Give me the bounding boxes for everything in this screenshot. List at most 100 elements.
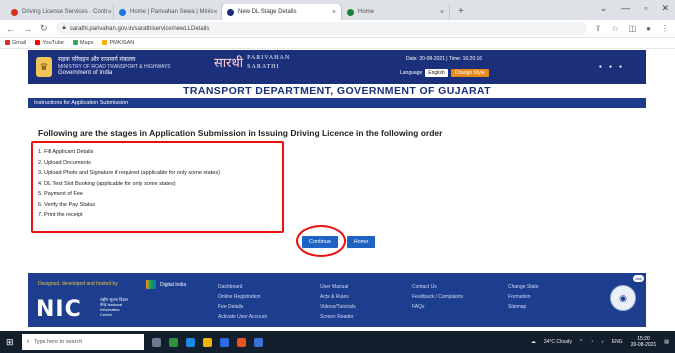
date-time: Date: 20-08-2021 | Time: 16:20:16 (406, 56, 483, 62)
footer-link[interactable]: Change State (508, 282, 539, 292)
font-increase-icon[interactable]: ● (619, 64, 622, 70)
sarathi-logo[interactable]: सारथी PARIVAHAN SARATHI (214, 54, 290, 72)
menu-icon[interactable]: ⋮ (661, 24, 669, 33)
new-tab-button[interactable]: + (458, 6, 464, 17)
site-header: ♛ सड़क परिवहन और राजमार्ग मंत्रालय MINIS… (28, 50, 646, 84)
taskbar-search-input[interactable]: ⌕ Type here to search (21, 334, 144, 350)
font-decrease-icon[interactable]: ● (599, 64, 602, 70)
url-text: sarathi.parivahan.gov.in/sarathiservice/… (69, 25, 210, 32)
ministry-block: सड़क परिवहन और राजमार्ग मंत्रालय MINISTR… (58, 57, 171, 77)
gmail-icon (5, 40, 10, 46)
browser-tab[interactable]: Driving License Services · Contr × (6, 4, 114, 20)
windows-start-icon[interactable]: ⊞ (6, 337, 14, 348)
home-button[interactable]: Home (347, 236, 375, 248)
star-icon[interactable]: ☆ (611, 24, 618, 33)
footer-link[interactable]: Formation (508, 292, 539, 302)
maximize-icon[interactable]: ▫ (644, 3, 647, 14)
government-label: Government of India (58, 70, 113, 76)
lock-icon: 🔒︎ (62, 25, 66, 31)
footer-credit: Designed, developed and hosted by (38, 281, 118, 287)
footer-link[interactable]: Screen Reader (320, 312, 356, 322)
chevron-down-icon[interactable]: ⌄ (600, 3, 608, 14)
tab-label: Home (358, 9, 375, 15)
footer-link[interactable]: Dashboard (218, 282, 267, 292)
font-normal-icon[interactable]: ● (609, 64, 612, 70)
digital-india-logo: Digital India (146, 280, 186, 289)
bookmark-gmail[interactable]: Gmail (5, 40, 26, 46)
share-icon[interactable]: ⇪ (595, 24, 602, 33)
edge-icon[interactable] (185, 337, 195, 347)
store-icon[interactable] (219, 337, 229, 347)
photos-icon[interactable] (253, 337, 263, 347)
url-field[interactable]: 🔒︎ sarathi.parivahan.gov.in/sarathiservi… (55, 22, 587, 35)
weather-icon[interactable]: ☁ (531, 339, 536, 345)
footer-link[interactable]: Videos/Tutorials (320, 302, 356, 312)
task-view-icon[interactable] (151, 337, 161, 347)
browser-tab[interactable]: Home × (342, 4, 450, 20)
list-item: 6. Verify the Pay Status (38, 201, 96, 208)
close-tab-icon[interactable]: × (440, 9, 444, 16)
file-explorer-icon[interactable] (202, 337, 212, 347)
weather-text[interactable]: 34°C Cloudy (544, 339, 572, 345)
list-item: 3. Upload Photo and Signature if require… (38, 170, 220, 176)
list-item: 1. Fill Applicant Details (38, 149, 94, 155)
tab-favicon-icon (347, 8, 354, 16)
bookmarks-bar: Gmail YouTube Maps PMKISAN (0, 38, 675, 49)
language-row: Language English Change Style (400, 69, 489, 77)
close-window-icon[interactable]: ✕ (661, 3, 669, 14)
main-content: Following are the stages in Application … (28, 108, 646, 258)
footer-link[interactable]: Activate User Account (218, 312, 267, 322)
instructions-bar: Instructions for Application Submission (28, 98, 646, 108)
department-bar: TRANSPORT DEPARTMENT, GOVERNMENT OF GUJA… (28, 85, 646, 97)
browser-tab[interactable]: Home | Parivahan Sewa | Minis × (114, 4, 222, 20)
volume-icon[interactable]: ♪ (601, 339, 604, 345)
tab-favicon-icon (119, 8, 126, 16)
close-tab-icon[interactable]: × (108, 9, 112, 16)
footer-link[interactable]: Acts & Rules (320, 292, 356, 302)
footer-link[interactable]: FAQs (412, 302, 463, 312)
chatbot-tag[interactable]: Ask (633, 275, 644, 282)
footer-link[interactable]: Online Registration (218, 292, 267, 302)
forward-arrow-icon[interactable]: → (23, 24, 32, 34)
profile-icon[interactable]: ● (646, 24, 651, 33)
chatbot-robot-icon[interactable]: ◉ (610, 285, 636, 311)
reload-icon[interactable]: ↻ (40, 23, 48, 34)
clock[interactable]: 15:20 20-08-2021 (631, 336, 657, 348)
list-item: 7. Print the receipt (38, 212, 83, 218)
notification-icon[interactable]: ▤ (664, 339, 669, 345)
footer-link[interactable]: User Manual (320, 282, 356, 292)
close-tab-icon[interactable]: × (213, 9, 217, 16)
continue-button[interactable]: Continue (302, 236, 338, 248)
back-arrow-icon[interactable]: ← (6, 24, 15, 34)
wifi-icon[interactable]: ◔ (590, 339, 593, 345)
footer-link[interactable]: Contact Us (412, 282, 463, 292)
footer-col-3: Contact Us Feedback / Complaints FAQs (412, 282, 463, 312)
list-item: 2. Upload Documents (38, 159, 91, 166)
chevron-up-icon[interactable]: ^ (580, 339, 582, 345)
close-tab-icon[interactable]: × (332, 9, 336, 16)
footer-link[interactable]: Feedback / Complaints (412, 292, 463, 302)
minimize-icon[interactable]: — (621, 3, 630, 14)
bookmark-maps[interactable]: Maps (73, 40, 93, 46)
language-select[interactable]: English (425, 69, 448, 77)
maps-icon (73, 40, 78, 46)
office-icon[interactable] (236, 337, 246, 347)
bookmark-youtube[interactable]: YouTube (35, 40, 64, 46)
bookmark-pmkisan[interactable]: PMKISAN (102, 40, 134, 46)
browser-tab-active[interactable]: New DL Stage Details × (222, 4, 342, 20)
tab-label: Home | Parivahan Sewa | Minis (130, 9, 214, 15)
change-style-button[interactable]: Change Style (450, 69, 489, 77)
chrome-icon[interactable] (168, 337, 178, 347)
search-icon: ⌕ (26, 338, 30, 345)
tab-favicon-icon (11, 8, 18, 16)
department-title: TRANSPORT DEPARTMENT, GOVERNMENT OF GUJA… (183, 85, 491, 97)
nic-subtitle: राष्ट्रीय सूचना विज्ञान केन्द्र National… (100, 297, 129, 317)
sarathi-names: PARIVAHAN SARATHI (247, 55, 291, 70)
browser-tab-strip: Driving License Services · Contr × Home … (0, 0, 675, 20)
window-controls: ⌄ — ▫ ✕ (600, 3, 669, 14)
youtube-icon (35, 40, 41, 46)
extensions-icon[interactable]: ◫ (629, 24, 637, 33)
footer-link[interactable]: Fee Details (218, 302, 267, 312)
language-indicator[interactable]: ENG (612, 339, 623, 345)
footer-link[interactable]: Sitemap (508, 302, 539, 312)
